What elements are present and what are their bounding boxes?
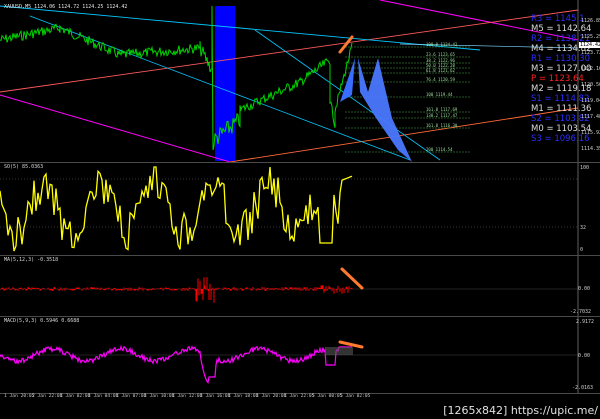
stochastic-line (0, 166, 353, 252)
macd-axis-bottom: -2.0163 (572, 385, 594, 391)
time-axis-tick: 4 Jan 18:05 (228, 394, 259, 399)
stochastic-label: SO(5) 85.0363 (4, 164, 44, 170)
price-axis-tick: 1122.16 (581, 66, 600, 72)
time-axis-tick: 5 Jan 00:05 (312, 394, 343, 399)
price-axis-tick: 1114.35 (581, 146, 600, 152)
watermark: [1265x842] https://upic.me/ (443, 404, 598, 417)
stochastic-axis-mid: 32 (580, 225, 587, 231)
macd-label: MACD(5,9,3) 0.5946 0.6688 (4, 318, 80, 324)
price-axis-tick: 1123.72 (581, 50, 600, 56)
chart-header: XAUUSD,M5 1124.06 1124.72 1124.25 1124.4… (4, 4, 128, 10)
stochastic-axis-bottom: 0 (580, 247, 584, 253)
fib-level-label: 161.8 1117.69 (426, 107, 458, 112)
stochastic-svg (0, 163, 579, 255)
macd-line (0, 344, 352, 385)
macd-axis-top: 2.9172 (576, 319, 595, 325)
pivot-label-m5: M5 = 1142.64 (531, 24, 592, 34)
price-axis-tick: 1120.56 (581, 82, 600, 88)
trend-marker-osc (340, 267, 364, 290)
time-axis-tick: 4 Jan 16:05 (200, 394, 231, 399)
time-axis-tick: 4 Jan 22:05 (284, 394, 315, 399)
time-axis-tick: 1 Jan 20:05 (4, 394, 35, 399)
time-axis-tick: 4 Jan 10:05 (144, 394, 175, 399)
macd-panel[interactable]: MACD(5,9,3) 0.5946 0.6688 2.9172 0.00 -2… (0, 317, 600, 393)
fib-level-label: 138.2 1117.47 (426, 113, 458, 118)
stochastic-panel[interactable]: SO(5) 85.0363 100 32 0 (0, 163, 600, 255)
stochastic-axis-top: 100 (580, 165, 590, 171)
fib-level-label: 200 1114.54 (426, 147, 453, 152)
price-axis-tick: 1115.92 (581, 130, 600, 136)
fib-level-label: 76.4 1120.59 (426, 77, 455, 82)
time-axis-tick: 4 Jan 12:05 (172, 394, 203, 399)
fib-level-label: 23.6 1123.65 (426, 52, 455, 57)
price-chart-panel[interactable]: 100.0 1124.42 23.6 1123.65 38.2 1122.96 50.… (0, 0, 600, 162)
pink-channel-lower (0, 94, 231, 162)
pivot-label-p: P = 1123.64 (531, 74, 584, 84)
time-axis-tick: 4 Jan 02:05 (60, 394, 91, 399)
macd-histogram (325, 347, 353, 355)
oscillator-axis-bottom: -2.7032 (570, 309, 592, 315)
cyan-channel-upper (0, 5, 481, 51)
time-axis-tick: 4 Jan 20:05 (256, 394, 287, 399)
blue-session-band (215, 6, 235, 161)
time-axis-tick: 2 Jan 22:05 (32, 394, 63, 399)
fib-level-label: 61.8 1121.62 (426, 68, 455, 73)
fib-level-label: 161.8 1116.30 (426, 123, 458, 128)
price-line (0, 5, 353, 151)
forecast-arrow-2 (358, 58, 412, 162)
forecast-arrow-1 (340, 58, 355, 102)
time-axis-tick: 4 Jan 04:05 (88, 394, 119, 399)
pivot-label-m1: M1 = 1111.36 (531, 104, 592, 114)
price-axis-tick: 1126.85 (581, 18, 600, 24)
red-channel-line (0, 9, 579, 93)
oscillator-axis-mid: 0.00 (578, 286, 591, 292)
time-axis-tick: 4 Jan 07:05 (116, 394, 147, 399)
trend-marker-macd (338, 340, 364, 349)
oscillator-svg (0, 256, 579, 316)
macd-svg (0, 317, 579, 393)
fib-level-label: 100.0 1124.42 (426, 42, 458, 47)
price-chart-svg: 100.0 1124.4223.6 1123.6538.2 1122.9650.… (0, 0, 579, 162)
price-axis-tick: 1117.48 (581, 114, 600, 120)
oscillator-panel[interactable]: MA(5,12,3) -0.3518 0.00 -2.7032 (0, 256, 600, 316)
fib-level-label: 100 1119.44 (426, 92, 453, 97)
oscillator-label: MA(5,12,3) -0.3518 (4, 257, 59, 263)
current-price-tag: 1124.42 (579, 42, 600, 48)
time-axis-tick: 5 Jan 02:05 (340, 394, 371, 399)
macd-axis-mid: 0.00 (578, 353, 591, 359)
price-axis-tick: 1119.04 (581, 98, 600, 104)
price-axis-tick: 1125.29 (581, 34, 600, 40)
pivot-label-r3: R3 = 1145.1 (531, 14, 585, 24)
